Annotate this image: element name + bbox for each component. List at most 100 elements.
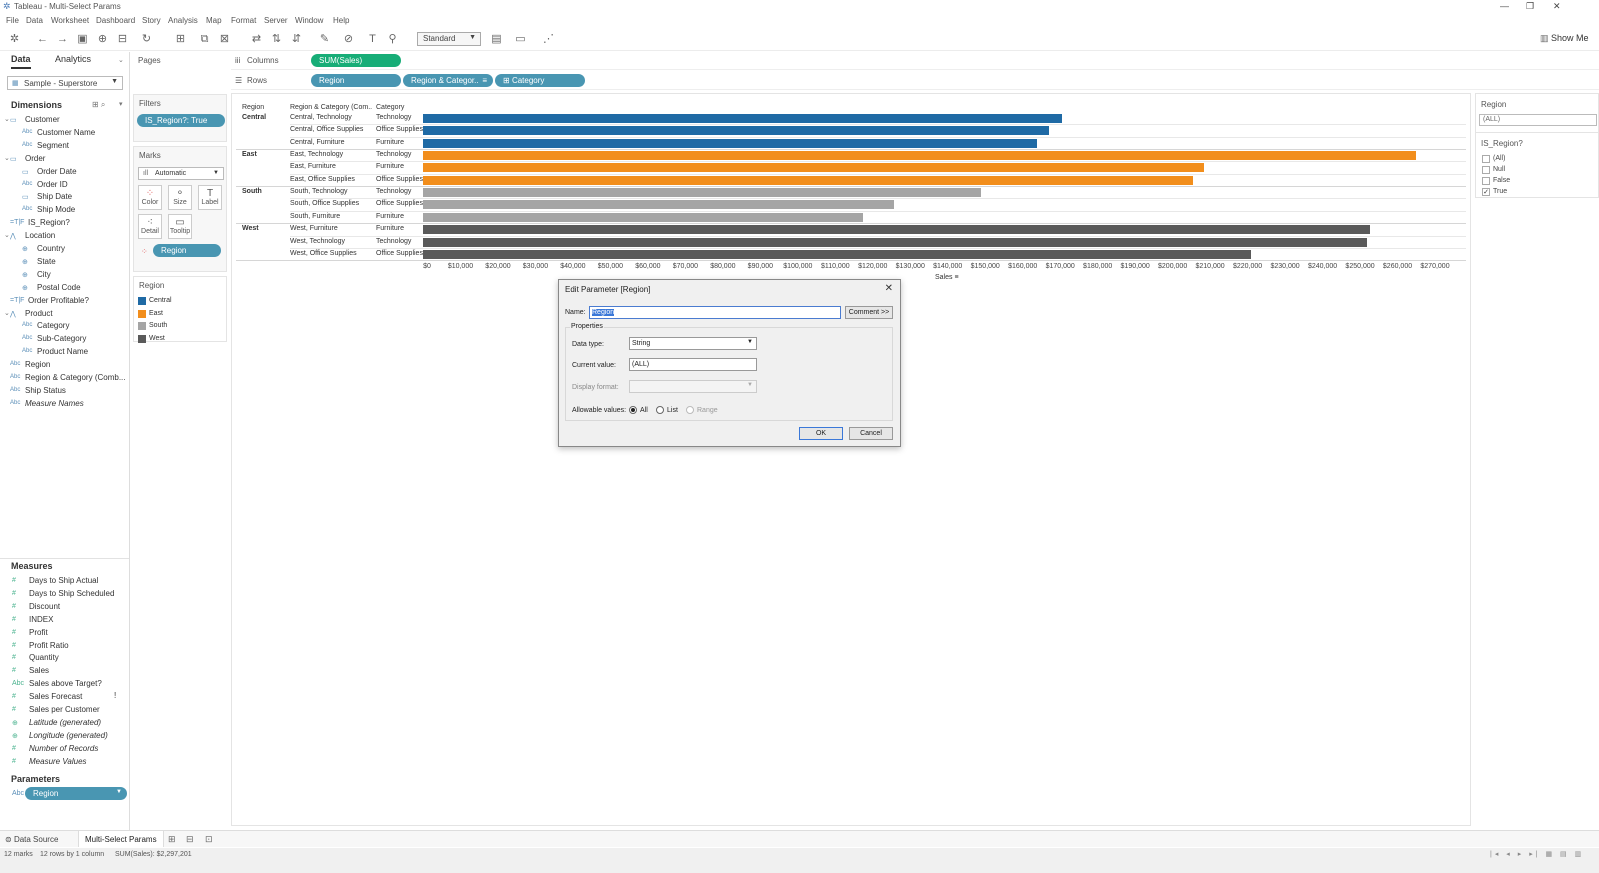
legend-swatch[interactable]: [138, 322, 146, 330]
pin-icon[interactable]: ⚲: [386, 33, 399, 46]
dimension-field[interactable]: Postal Code: [37, 283, 81, 292]
dimension-field[interactable]: Region & Category (Comb...: [25, 373, 126, 382]
columns-sum-sales-pill[interactable]: SUM(Sales): [311, 54, 401, 67]
legend-swatch[interactable]: [138, 309, 146, 318]
pane-menu-icon[interactable]: ⌄: [118, 56, 124, 64]
dimension-field[interactable]: Customer: [25, 115, 60, 124]
sort-icon[interactable]: ≡: [954, 274, 958, 281]
dimension-field[interactable]: Order Profitable?: [28, 296, 89, 305]
bar-mark[interactable]: [423, 151, 1417, 161]
dimensions-menu-icon[interactable]: ▾: [119, 100, 123, 108]
measure-field[interactable]: Longitude (generated): [29, 731, 108, 740]
menu-help[interactable]: Help: [333, 16, 349, 25]
new-worksheet-icon[interactable]: ⊞: [168, 834, 176, 845]
measure-field[interactable]: Sales Forecast: [29, 692, 82, 701]
menu-map[interactable]: Map: [206, 16, 222, 25]
dimension-field[interactable]: Order: [25, 154, 45, 163]
label-button[interactable]: T Label: [198, 185, 222, 210]
labels-icon[interactable]: T: [366, 33, 379, 46]
new-worksheet-icon[interactable]: ⊞: [174, 33, 187, 46]
new-story-icon[interactable]: ⊡: [205, 834, 213, 845]
region-param-input[interactable]: (ALL): [1479, 114, 1597, 126]
dimension-field[interactable]: State: [37, 257, 56, 266]
restore-icon[interactable]: ❐: [1526, 1, 1534, 12]
dimension-field[interactable]: Product: [25, 309, 53, 318]
rows-category-pill[interactable]: ⊞ Category: [495, 74, 585, 87]
expand-chevron-icon[interactable]: ⌄: [4, 309, 10, 317]
dimension-field[interactable]: Category: [37, 321, 69, 330]
bar-mark[interactable]: [423, 249, 1251, 259]
filter-checkbox[interactable]: [1482, 177, 1490, 185]
show-me-button[interactable]: ▥ Show Me: [1540, 33, 1589, 44]
menu-story[interactable]: Story: [142, 16, 161, 25]
menu-analysis[interactable]: Analysis: [168, 16, 198, 25]
bar-mark[interactable]: [423, 163, 1204, 173]
bar-mark[interactable]: [423, 225, 1370, 235]
tab-analytics[interactable]: Analytics: [55, 54, 91, 64]
measure-field[interactable]: Number of Records: [29, 744, 98, 753]
minimize-icon[interactable]: —: [1500, 1, 1509, 11]
radio-list[interactable]: [656, 406, 664, 414]
dimension-field[interactable]: City: [37, 270, 51, 279]
close-icon[interactable]: ✕: [885, 283, 893, 294]
datasource-select[interactable]: ▦ Sample - Superstore ▼: [7, 76, 123, 90]
rows-region-category-pill[interactable]: Region & Categor.. ≡: [403, 74, 493, 87]
clear-sheet-icon[interactable]: ⊠: [218, 33, 231, 46]
refresh-icon[interactable]: ↻: [140, 33, 153, 46]
expand-chevron-icon[interactable]: ⌄: [4, 154, 10, 162]
data-type-select[interactable]: String ▼: [629, 337, 757, 350]
share-icon[interactable]: ⋰: [542, 33, 555, 46]
measure-field[interactable]: Measure Values: [29, 757, 87, 766]
current-value-input[interactable]: (ALL): [629, 358, 757, 371]
menu-worksheet[interactable]: Worksheet: [51, 16, 89, 25]
mark-type-select[interactable]: ıll Automatic ▼: [138, 167, 224, 180]
legend-swatch[interactable]: [138, 297, 146, 305]
dimension-field[interactable]: Order Date: [37, 167, 77, 176]
filter-is-region-pill[interactable]: IS_Region?: True: [137, 114, 225, 127]
measure-field[interactable]: Profit: [29, 628, 48, 637]
fit-icon[interactable]: ▤: [490, 33, 503, 46]
filter-checkbox[interactable]: [1482, 166, 1490, 174]
measure-field[interactable]: Days to Ship Scheduled: [29, 589, 114, 598]
bar-mark[interactable]: [423, 188, 981, 198]
name-input[interactable]: Region: [589, 306, 841, 319]
new-dashboard-icon[interactable]: ⊟: [186, 834, 194, 845]
rows-region-pill[interactable]: Region: [311, 74, 401, 87]
dimension-view-icon[interactable]: ⊞ ⌕: [92, 100, 105, 110]
measure-field[interactable]: Days to Ship Actual: [29, 576, 98, 585]
dimension-field[interactable]: Ship Status: [25, 386, 66, 395]
dimension-field[interactable]: Measure Names: [25, 399, 84, 408]
dimension-field[interactable]: Segment: [37, 141, 69, 150]
bar-mark[interactable]: [423, 175, 1194, 185]
parameter-region-pill[interactable]: Region ▼: [25, 787, 127, 800]
highlight-icon[interactable]: ✎: [318, 33, 331, 46]
bar-mark[interactable]: [423, 212, 863, 222]
measure-field[interactable]: Sales: [29, 666, 49, 675]
size-button[interactable]: ⚬ Size: [168, 185, 192, 210]
dimension-field[interactable]: Sub-Category: [37, 334, 86, 343]
bar-mark[interactable]: [423, 138, 1037, 148]
filter-checkbox[interactable]: [1482, 155, 1490, 163]
save-icon[interactable]: ▣: [76, 33, 89, 46]
filters-card[interactable]: Filters IS_Region?: True: [133, 94, 227, 142]
filter-checkbox[interactable]: ✓: [1482, 188, 1490, 196]
dimension-field[interactable]: Location: [25, 231, 55, 240]
measure-field[interactable]: INDEX: [29, 615, 53, 624]
dimension-field[interactable]: IS_Region?: [28, 218, 70, 227]
columns-shelf[interactable]: iii Columns SUM(Sales): [231, 52, 1599, 70]
expand-chevron-icon[interactable]: ⌄: [4, 231, 10, 239]
radio-all[interactable]: [629, 406, 637, 414]
cancel-button[interactable]: Cancel: [849, 427, 893, 440]
measure-field[interactable]: Profit Ratio: [29, 641, 69, 650]
comment-button[interactable]: Comment >>: [845, 306, 893, 319]
measure-field[interactable]: Sales above Target?: [29, 679, 102, 688]
dimension-field[interactable]: Product Name: [37, 347, 88, 356]
measure-field[interactable]: Discount: [29, 602, 60, 611]
menu-server[interactable]: Server: [264, 16, 288, 25]
presentation-icon[interactable]: ▭: [514, 33, 527, 46]
fit-select[interactable]: Standard ▼: [417, 32, 481, 46]
close-icon[interactable]: ✕: [1553, 1, 1561, 12]
menu-format[interactable]: Format: [231, 16, 256, 25]
menu-window[interactable]: Window: [295, 16, 323, 25]
sort-descending-icon[interactable]: ⇵: [290, 33, 303, 46]
